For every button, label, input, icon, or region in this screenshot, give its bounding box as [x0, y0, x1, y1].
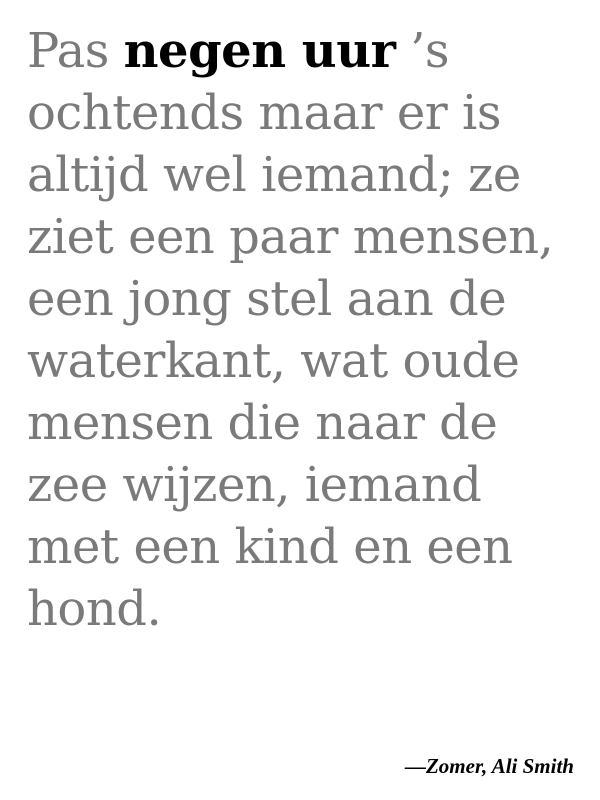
quote-line: waterkant, wat oude	[27, 333, 520, 389]
quote-line: een jong stel aan de	[27, 271, 507, 327]
quote-attribution: —Zomer, Ali Smith	[404, 754, 574, 778]
quote-line: hond.	[27, 581, 162, 637]
quote-line: mensen die naar de	[27, 395, 498, 451]
quote-line: zee wijzen, iemand	[27, 457, 482, 513]
quote-line: altijd wel iemand; ze	[27, 147, 521, 203]
quote-line-1: Pas negen uur ’s	[27, 20, 587, 82]
quote-line: met een kind en een	[27, 519, 513, 575]
quote-line: ochtends maar er is	[27, 85, 501, 141]
quote-emphasis: negen uur	[123, 23, 396, 79]
quote-line-1-start: Pas	[27, 23, 124, 79]
quote-text: Pas negen uur ’s ochtends maar er is alt…	[27, 20, 587, 640]
quote-line-1-end: ’s	[395, 23, 450, 79]
quote-line: ziet een paar mensen,	[27, 209, 554, 265]
